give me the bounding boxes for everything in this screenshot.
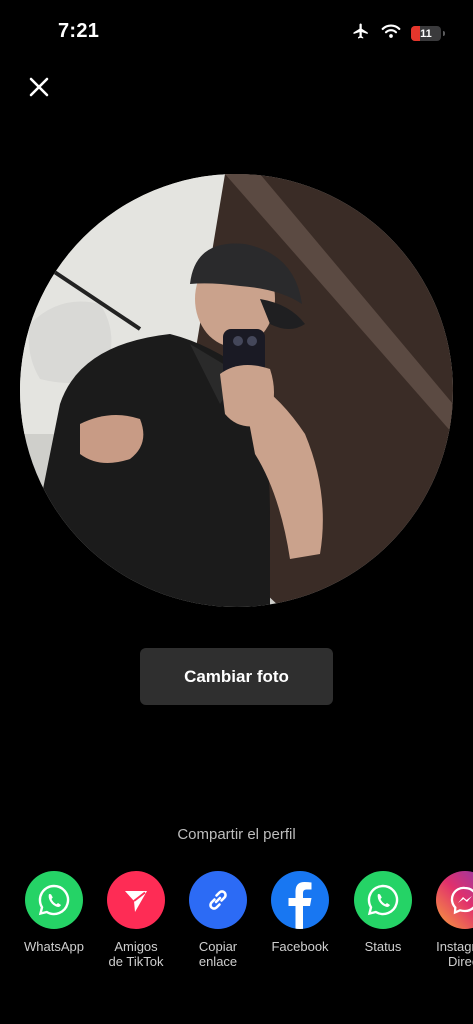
facebook-icon — [271, 871, 329, 929]
change-photo-button[interactable]: Cambiar foto — [140, 648, 333, 705]
share-status-label: Status — [364, 939, 402, 954]
share-tiktok-friends-label-2: de TikTok — [108, 954, 164, 969]
share-whatsapp-label: WhatsApp — [24, 939, 84, 954]
share-copy-link-label-2: enlace — [198, 954, 238, 969]
profile-photo-image — [20, 174, 453, 607]
whatsapp-icon — [25, 871, 83, 929]
share-tiktok-friends[interactable]: Amigos de TikTok — [93, 871, 179, 969]
share-tiktok-friends-label: Amigos — [114, 939, 158, 954]
share-whatsapp[interactable]: WhatsApp — [11, 871, 97, 954]
share-instagram-direct[interactable]: Instagram Direct — [422, 871, 473, 969]
share-copy-link-label: Copiar — [198, 939, 238, 954]
airplane-icon — [351, 22, 371, 45]
battery-icon: 11 — [411, 26, 445, 41]
profile-photo[interactable] — [20, 174, 453, 607]
share-instagram-direct-label-2: Direct — [448, 954, 473, 969]
status-time: 7:21 — [58, 20, 100, 42]
close-icon — [29, 77, 49, 97]
status-icons: 11 — [351, 22, 445, 45]
share-copy-link[interactable]: Copiar enlace — [175, 871, 261, 969]
close-button[interactable] — [24, 72, 54, 102]
send-icon — [107, 871, 165, 929]
share-instagram-direct-label: Instagram — [436, 939, 473, 954]
share-profile-title: Compartir el perfil — [177, 826, 296, 843]
status-bar: 7:21 11 — [0, 0, 473, 60]
battery-level: 11 — [420, 27, 432, 40]
share-status[interactable]: Status — [340, 871, 426, 954]
share-facebook-label: Facebook — [271, 939, 329, 954]
messenger-icon — [436, 871, 473, 929]
link-icon — [189, 871, 247, 929]
share-options-row[interactable]: WhatsApp Amigos de TikTok Copiar enlace — [0, 871, 473, 981]
whatsapp-status-icon — [354, 871, 412, 929]
wifi-icon — [381, 23, 401, 44]
share-facebook[interactable]: Facebook — [257, 871, 343, 954]
